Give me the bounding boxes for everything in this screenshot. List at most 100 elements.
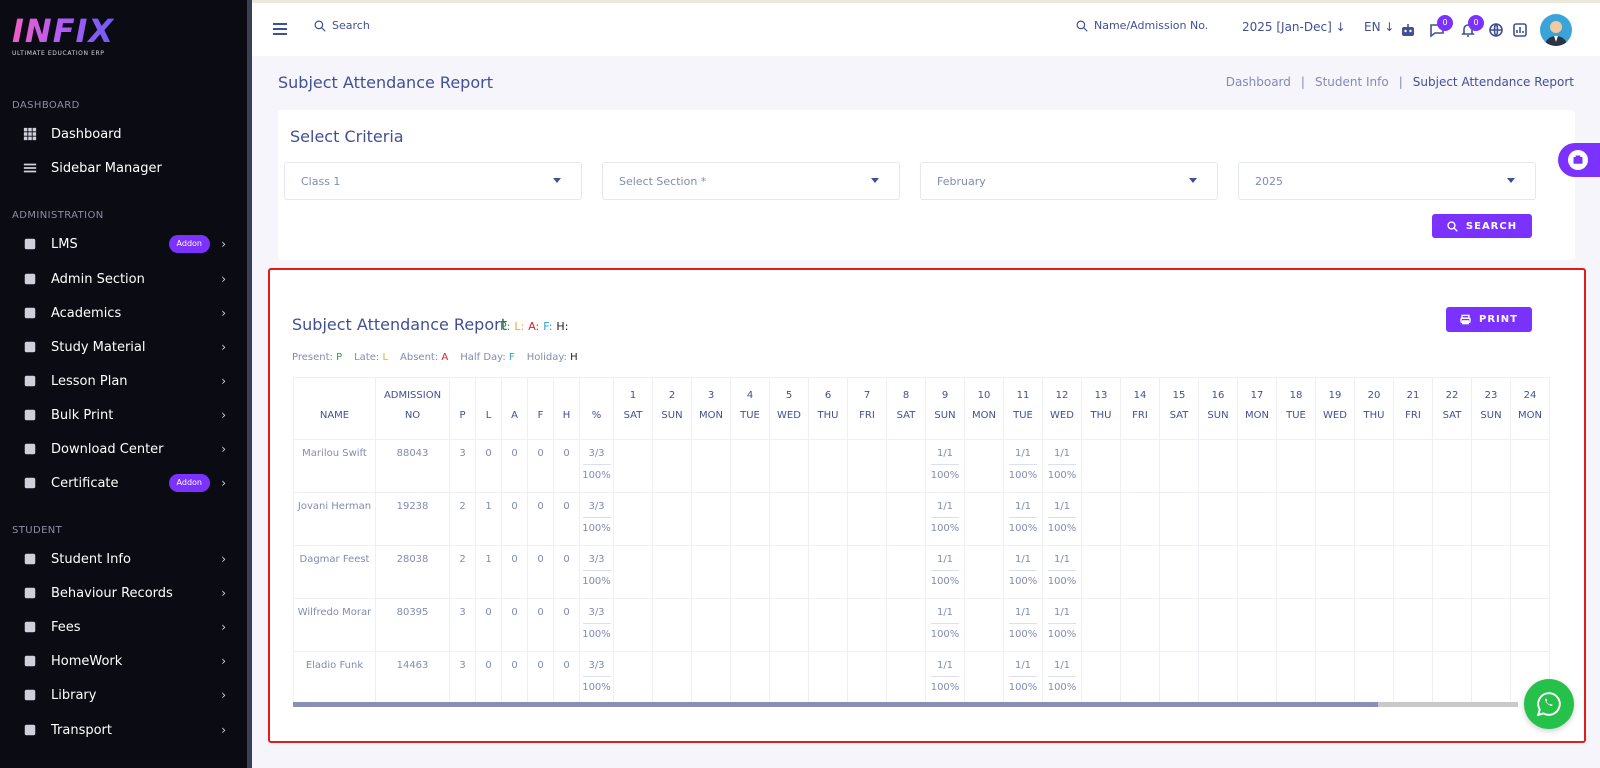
sidebar-item-student-info[interactable]: Student Info ›: [0, 544, 240, 574]
globe-icon[interactable]: [1488, 22, 1504, 38]
records-icon: [22, 585, 38, 601]
chevron-right-icon: ›: [221, 340, 226, 354]
day-attendance-cell: [1237, 439, 1277, 493]
day-attendance-cell: [769, 439, 809, 493]
chat-icon[interactable]: 0: [1429, 15, 1453, 38]
breadcrumb-student-info[interactable]: Student Info: [1315, 75, 1389, 89]
day-attendance-cell: 1/1 100%: [925, 439, 965, 493]
chart-icon[interactable]: [1512, 22, 1528, 38]
sidebar-item-dashboard[interactable]: Dashboard: [0, 119, 240, 149]
chevron-right-icon: ›: [221, 723, 226, 737]
arrow-down-icon: ↓: [1335, 20, 1346, 34]
user-graduate-icon: [22, 236, 38, 252]
percentage-cell: 3/3 100%: [579, 439, 614, 493]
homework-icon: [22, 653, 38, 669]
month-select[interactable]: February: [920, 162, 1218, 200]
sidebar-item-sidebar-manager[interactable]: Sidebar Manager: [0, 153, 240, 183]
logo-tagline: ULTIMATE EDUCATION ERP: [12, 50, 105, 57]
day-attendance-cell: [1276, 439, 1316, 493]
day-attendance-cell: [1315, 598, 1355, 652]
percentage-cell: 3/3 100%: [579, 598, 614, 652]
section-select-value: Select Section *: [619, 175, 707, 188]
floating-side-tab[interactable]: [1558, 143, 1600, 177]
day-attendance-cell: [613, 492, 653, 546]
day-attendance-cell: [691, 651, 731, 704]
column-header-day: 18 TUE: [1276, 377, 1316, 440]
late-count-cell: 1: [475, 492, 502, 546]
admission-search-label: Name/Admission No.: [1094, 19, 1209, 32]
avatar-person-icon: [1544, 21, 1568, 46]
day-attendance-cell: [1315, 439, 1355, 493]
present-count-cell: 2: [449, 545, 476, 599]
day-attendance-cell: 1/1 100%: [1042, 651, 1082, 704]
sidebar-item-homework[interactable]: HomeWork ›: [0, 646, 240, 676]
print-button[interactable]: PRINT: [1446, 307, 1532, 332]
admission-search[interactable]: Name/Admission No.: [1076, 19, 1208, 32]
sidebar-item-library[interactable]: Library ›: [0, 680, 240, 710]
day-attendance-cell: [1315, 651, 1355, 704]
notification-count-badge: 0: [1468, 15, 1484, 31]
column-header-day: 21 FRI: [1393, 377, 1433, 440]
year-select-value: 2025: [1255, 175, 1283, 188]
bell-icon[interactable]: 0: [1460, 15, 1484, 38]
robot-icon[interactable]: [1400, 22, 1416, 38]
breadcrumb-separator: |: [1398, 75, 1403, 89]
class-select[interactable]: Class 1: [284, 162, 582, 200]
list-icon: [22, 160, 38, 176]
sidebar-item-certificate[interactable]: Certificate Addon ›: [0, 468, 240, 498]
year-select[interactable]: 2025: [1238, 162, 1536, 200]
sidebar-item-download-center[interactable]: Download Center ›: [0, 434, 240, 464]
day-attendance-cell: [886, 651, 926, 704]
global-search[interactable]: Search: [314, 19, 370, 32]
sidebar-item-study-material[interactable]: Study Material ›: [0, 332, 240, 362]
day-attendance-cell: [1393, 439, 1433, 493]
sidebar-item-behaviour-records[interactable]: Behaviour Records ›: [0, 578, 240, 608]
sidebar-item-lesson-plan[interactable]: Lesson Plan ›: [0, 366, 240, 396]
whatsapp-chat-button[interactable]: [1524, 679, 1574, 729]
day-attendance-cell: 1/1 100%: [925, 492, 965, 546]
column-header-day: 16 SUN: [1198, 377, 1238, 440]
graduation-cap-icon: [22, 305, 38, 321]
sidebar-item-admin-section[interactable]: Admin Section ›: [0, 264, 240, 294]
sidebar-item-lms[interactable]: LMS Addon ›: [0, 229, 240, 259]
sidebar-scrollbar[interactable]: [247, 0, 252, 768]
user-avatar[interactable]: [1540, 14, 1572, 46]
section-select[interactable]: Select Section *: [602, 162, 900, 200]
column-header-day: 14 FRI: [1120, 377, 1160, 440]
day-attendance-cell: [1081, 598, 1121, 652]
sidebar-item-label: Academics: [51, 305, 122, 321]
language-selector[interactable]: EN ↓: [1364, 20, 1394, 34]
search-button[interactable]: SEARCH: [1432, 214, 1532, 238]
attendance-table-wrapper[interactable]: NAME ADMISSION NO P L A F H% 1 SAT 2 SUN 3 MON 4 TUE 5 WE…: [293, 377, 1553, 704]
report-title: Subject Attendance Report: [292, 315, 507, 334]
chevron-right-icon: ›: [221, 688, 226, 702]
session-selector[interactable]: 2025 [Jan-Dec] ↓: [1242, 20, 1346, 34]
day-attendance-cell: [1432, 439, 1472, 493]
column-header-day: 10 MON: [964, 377, 1004, 440]
holiday-count-cell: 0: [553, 598, 580, 652]
breadcrumb-dashboard[interactable]: Dashboard: [1226, 75, 1291, 89]
chevron-right-icon: ›: [221, 552, 226, 566]
halfday-count-cell: 0: [527, 651, 554, 704]
column-header-stat: %: [579, 377, 614, 440]
column-header-day: 6 THU: [808, 377, 848, 440]
menu-toggle-icon[interactable]: [273, 23, 287, 35]
search-icon: [1076, 20, 1088, 32]
day-attendance-cell: [1471, 492, 1511, 546]
day-attendance-cell: [886, 598, 926, 652]
download-icon: [22, 339, 38, 355]
brand-logo[interactable]: INFIX ULTIMATE EDUCATION ERP: [12, 14, 114, 60]
legend-label: Half Day:: [460, 352, 509, 363]
day-attendance-cell: [1159, 651, 1199, 704]
sidebar-item-bulk-print[interactable]: Bulk Print ›: [0, 400, 240, 430]
sidebar-item-transport[interactable]: Transport ›: [0, 715, 240, 745]
day-attendance-cell: [808, 545, 848, 599]
table-scrollbar-thumb[interactable]: [293, 702, 1378, 707]
sidebar-item-fees[interactable]: Fees ›: [0, 612, 240, 642]
caret-down-icon: [1507, 178, 1515, 183]
day-attendance-cell: [1471, 598, 1511, 652]
absent-count-cell: 0: [501, 545, 528, 599]
sidebar-item-academics[interactable]: Academics ›: [0, 298, 240, 328]
chevron-right-icon: ›: [221, 374, 226, 388]
day-attendance-cell: [1081, 439, 1121, 493]
